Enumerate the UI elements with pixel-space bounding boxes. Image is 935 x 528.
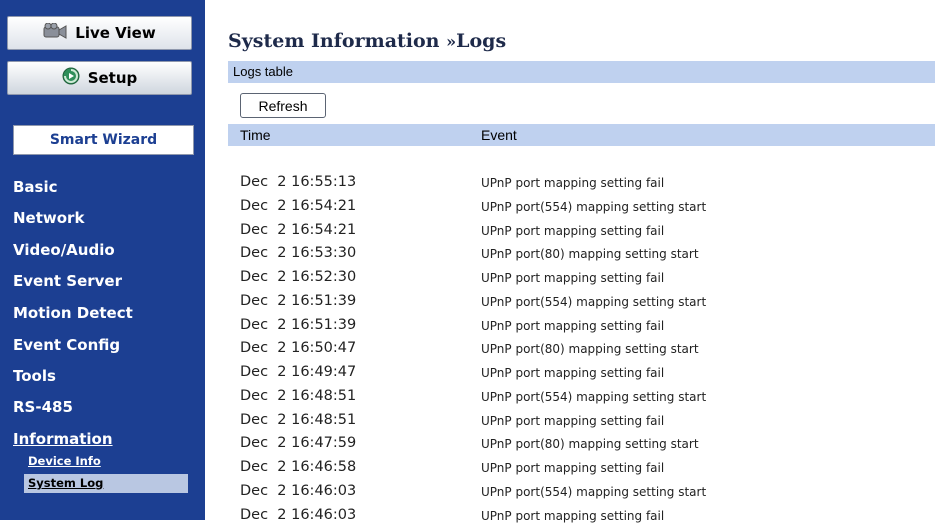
log-time: Dec 2 16:54:21 [240,222,356,238]
table-row: Dec 2 16:55:13 UPnP port mapping setting … [228,172,935,196]
logs-table-title: Logs table [228,61,935,83]
log-time: Dec 2 16:54:21 [240,198,356,214]
table-row: Dec 2 16:48:51 UPnP port(554) mapping set… [228,386,935,410]
log-event: UPnP port mapping setting fail [481,366,664,380]
log-time: Dec 2 16:48:51 [240,388,356,404]
table-row: Dec 2 16:53:30 UPnP port(80) mapping sett… [228,243,935,267]
log-event: UPnP port mapping setting fail [481,414,664,428]
sidebar: Live View Setup Smart Wizard Basic Netwo… [0,0,205,520]
live-view-label: Live View [75,24,155,42]
log-event: UPnP port mapping setting fail [481,509,664,523]
log-event: UPnP port mapping setting fail [481,319,664,333]
smart-wizard-label: Smart Wizard [50,132,157,148]
table-row: Dec 2 16:50:47 UPnP port(80) mapping sett… [228,338,935,362]
table-row: Dec 2 16:47:59 UPnP port(80) mapping sett… [228,433,935,457]
log-event: UPnP port(554) mapping setting start [481,485,706,499]
log-time: Dec 2 16:50:47 [240,340,356,356]
table-row: Dec 2 16:51:39 UPnP port(554) mapping set… [228,291,935,315]
nav-tools[interactable]: Tools [13,367,56,385]
log-time: Dec 2 16:51:39 [240,293,356,309]
sub-device-info[interactable]: Device Info [28,454,101,468]
log-list: Dec 2 16:55:13 UPnP port mapping setting … [228,172,935,528]
live-view-button[interactable]: Live View [7,16,192,50]
sub-system-log[interactable]: System Log [28,476,103,490]
smart-wizard-button[interactable]: Smart Wizard [13,125,194,155]
table-row: Dec 2 16:46:03 UPnP port(554) mapping set… [228,481,935,505]
log-time: Dec 2 16:46:03 [240,483,356,499]
nav-motion-detect[interactable]: Motion Detect [13,304,133,322]
log-event: UPnP port mapping setting fail [481,461,664,475]
log-event: UPnP port(554) mapping setting start [481,390,706,404]
log-event: UPnP port(554) mapping setting start [481,200,706,214]
refresh-button[interactable]: Refresh [240,93,326,118]
nav-event-config[interactable]: Event Config [13,336,120,354]
nav-video-audio[interactable]: Video/Audio [13,241,115,259]
table-header: Time Event [228,124,935,146]
table-row: Dec 2 16:46:58 UPnP port mapping setting … [228,457,935,481]
log-time: Dec 2 16:46:58 [240,459,356,475]
setup-label: Setup [88,69,138,87]
nav-information[interactable]: Information [13,430,113,448]
log-time: Dec 2 16:49:47 [240,364,356,380]
log-event: UPnP port(554) mapping setting start [481,295,706,309]
table-row: Dec 2 16:54:21 UPnP port(554) mapping set… [228,196,935,220]
table-row: Dec 2 16:52:30 UPnP port mapping setting … [228,267,935,291]
nav-event-server[interactable]: Event Server [13,272,122,290]
page-title: System Information »Logs [228,30,506,52]
column-header-time: Time [240,124,271,146]
nav-basic[interactable]: Basic [13,178,58,196]
title-page: Logs [456,30,506,52]
log-event: UPnP port mapping setting fail [481,271,664,285]
log-time: Dec 2 16:53:30 [240,245,356,261]
nav-network[interactable]: Network [13,209,84,227]
column-header-event: Event [481,124,517,146]
log-event: UPnP port mapping setting fail [481,224,664,238]
log-time: Dec 2 16:48:51 [240,412,356,428]
log-time: Dec 2 16:55:13 [240,174,356,190]
setup-button[interactable]: Setup [7,61,192,95]
log-time: Dec 2 16:52:30 [240,269,356,285]
log-event: UPnP port(80) mapping setting start [481,247,699,261]
log-event: UPnP port mapping setting fail [481,176,664,190]
table-row: Dec 2 16:49:47 UPnP port mapping setting … [228,362,935,386]
title-separator: » [446,32,456,51]
nav-rs485[interactable]: RS-485 [13,398,73,416]
log-time: Dec 2 16:46:03 [240,507,356,523]
setup-icon [62,67,80,89]
log-time: Dec 2 16:51:39 [240,317,356,333]
log-time: Dec 2 16:47:59 [240,435,356,451]
table-row: Dec 2 16:51:39 UPnP port mapping setting … [228,315,935,339]
table-row: Dec 2 16:54:21 UPnP port mapping setting … [228,220,935,244]
table-row: Dec 2 16:46:03 UPnP port mapping setting … [228,505,935,528]
log-event: UPnP port(80) mapping setting start [481,342,699,356]
title-section: System Information [228,30,440,52]
log-event: UPnP port(80) mapping setting start [481,437,699,451]
table-row: Dec 2 16:48:51 UPnP port mapping setting … [228,410,935,434]
camera-icon [43,23,67,43]
